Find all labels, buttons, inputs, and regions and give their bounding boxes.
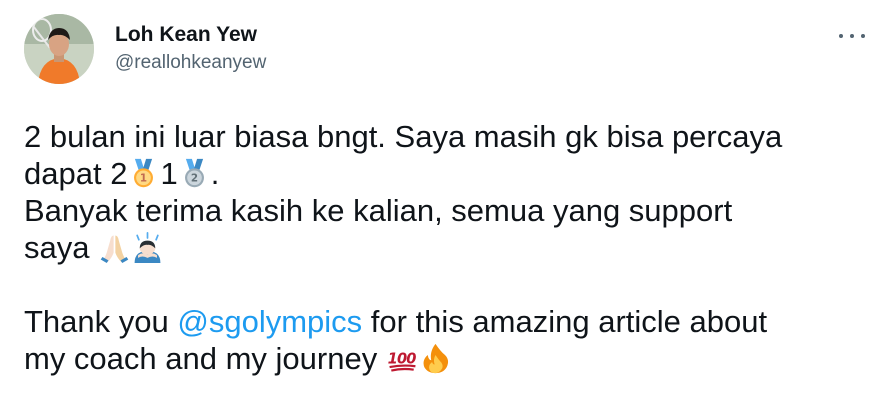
author-display-name[interactable]: Loh Kean Yew — [115, 22, 266, 48]
medal-number: 2 — [191, 173, 198, 185]
tweet-text-segment: my coach and my journey — [24, 341, 378, 376]
gold-medal-emoji: 1 — [128, 158, 159, 189]
tweet-line: Banyak terima kasih ke kalian, semua yan… — [24, 192, 869, 229]
author-names: Loh Kean Yew @reallohkeanyew — [115, 22, 266, 75]
tweet-text-segment: dapat 2 — [24, 156, 128, 191]
hundred-points-emoji: 100 — [387, 343, 418, 374]
mention-link[interactable]: @sgolympics — [177, 304, 362, 339]
tweet-line: my coach and my journey 100 — [24, 340, 869, 377]
tweet-text-segment: Banyak terima kasih ke kalian, semua yan… — [24, 193, 733, 228]
more-horizontal-icon[interactable] — [839, 26, 865, 46]
more-dot — [850, 34, 854, 38]
folded-hands-emoji — [99, 232, 130, 263]
more-dot — [839, 34, 843, 38]
tweet-text-segment: 1 — [160, 156, 178, 191]
tweet-line: saya — [24, 229, 869, 266]
tweet-line: Thank you @sgolympics for this amazing a… — [24, 303, 869, 340]
tweet-text: 2 bulan ini luar biasa bngt. Saya masih … — [24, 118, 869, 377]
silver-medal-emoji: 2 — [179, 158, 210, 189]
tweet-line: dapat 2 1 1 2 . — [24, 155, 869, 192]
medal-number: 1 — [140, 173, 147, 185]
tweet-text-segment: saya — [24, 230, 90, 265]
tweet-text-segment: . — [210, 156, 220, 191]
tweet-header: Loh Kean Yew @reallohkeanyew — [24, 14, 865, 84]
fire-emoji — [420, 343, 451, 374]
bowing-person-emoji — [132, 232, 163, 263]
tweet-line: 2 bulan ini luar biasa bngt. Saya masih … — [24, 118, 869, 155]
tweet-text-segment: 2 bulan ini luar biasa bngt. Saya masih … — [24, 119, 783, 154]
tweet-text-segment: Thank you — [24, 304, 178, 339]
avatar[interactable] — [24, 14, 94, 84]
more-dot — [861, 34, 865, 38]
author-handle[interactable]: @reallohkeanyew — [115, 51, 266, 75]
tweet-text-segment: for this amazing article about — [362, 304, 768, 339]
